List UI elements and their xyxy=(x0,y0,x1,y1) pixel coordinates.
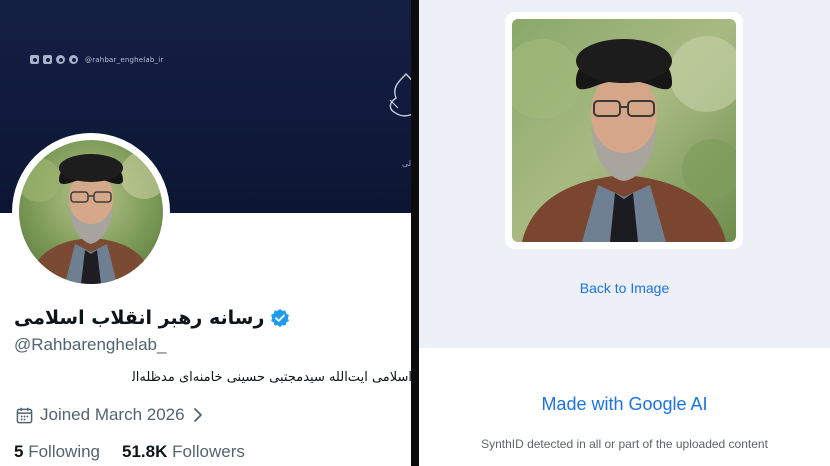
send-icon xyxy=(69,55,78,64)
chevron-right-icon[interactable] xyxy=(192,407,204,423)
result-title: Made with Google AI xyxy=(541,394,708,414)
banner-social-handle: @rahbar_enghelab_ir xyxy=(85,55,164,64)
social-icon xyxy=(43,55,52,64)
follow-stats: 5 Following 51.8K Followers xyxy=(14,441,245,463)
following-link[interactable]: 5 Following xyxy=(14,442,100,462)
profile-panel: @rahbar_enghelab_ir بی العالی xyxy=(0,0,411,466)
panel-divider xyxy=(411,0,419,466)
image-preview xyxy=(512,19,736,242)
avatar[interactable] xyxy=(19,140,163,284)
calendar-icon xyxy=(16,407,33,423)
back-to-image-link[interactable]: Back to Image xyxy=(419,280,830,296)
display-name-row: رسانه رهبر انقلاب اسلامی xyxy=(14,303,290,333)
telegram-icon xyxy=(56,55,65,64)
joined-row: Joined March 2026 xyxy=(16,404,204,426)
avatar-portrait xyxy=(19,140,163,284)
banner-arabic-line: بی xyxy=(392,146,411,158)
verified-badge-icon[interactable] xyxy=(270,308,290,328)
instagram-icon xyxy=(30,55,39,64)
synthid-panel: Back to Image Made with Google AI SynthI… xyxy=(419,0,830,466)
following-count: 5 xyxy=(14,442,24,461)
followers-link[interactable]: 51.8K Followers xyxy=(122,442,245,462)
preview-portrait xyxy=(512,19,736,242)
profile-bio: اسلامی آیت‌الله سیدمجتبی حسینی خامنه‌ای … xyxy=(132,370,411,385)
banner-social-row: @rahbar_enghelab_ir xyxy=(30,55,163,64)
following-label: Following xyxy=(28,442,101,461)
profile-handle: @Rahbarenghelab_ xyxy=(14,335,167,354)
followers-label: Followers xyxy=(172,442,245,461)
banner-arabic-line: العالی xyxy=(401,159,411,168)
display-name: رسانه رهبر انقلاب اسلامی xyxy=(14,307,265,329)
followers-count: 51.8K xyxy=(122,442,168,461)
banner-arabic-text: بی العالی xyxy=(392,146,411,170)
result-detail: SynthID detected in all or part of the u… xyxy=(481,437,768,451)
banner-emblem-icon xyxy=(389,73,411,117)
joined-date: Joined March 2026 xyxy=(40,405,185,424)
